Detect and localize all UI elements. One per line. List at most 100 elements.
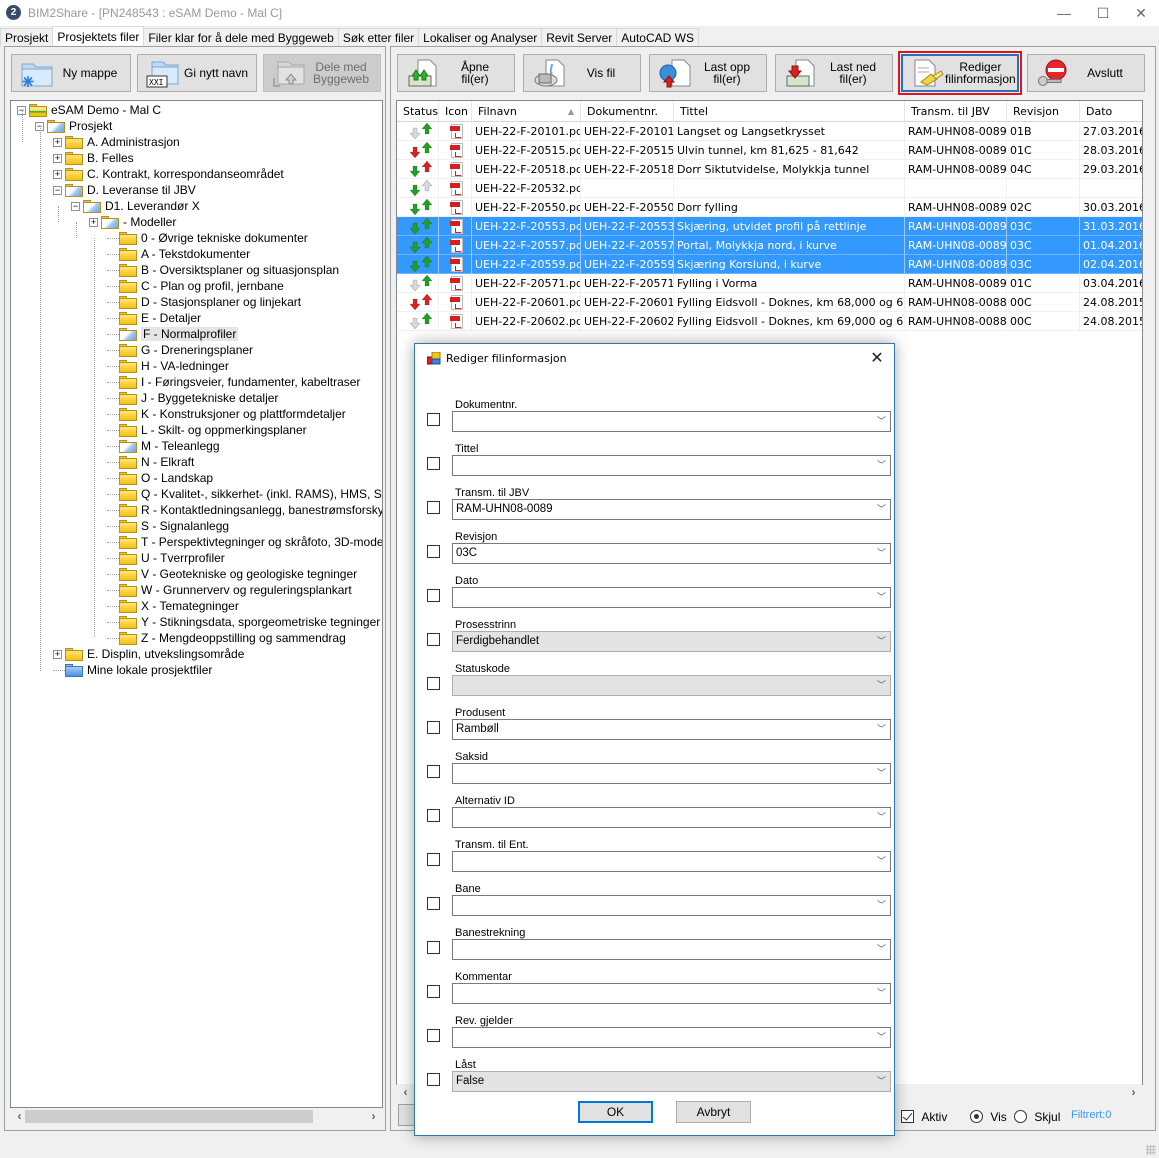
field-apply-checkbox[interactable]	[427, 985, 440, 998]
column-header-filename[interactable]: Filnavn ▲	[472, 101, 581, 122]
column-header-title[interactable]: Tittel	[674, 101, 905, 122]
tab-autocad-ws[interactable]: AutoCAD WS	[616, 28, 699, 47]
tree-node[interactable]: O - Landskap	[107, 470, 213, 486]
grid-scroll-right-icon[interactable]: ›	[1125, 1084, 1142, 1101]
field-combobox[interactable]: Ferdigbehandlet ﹀	[452, 631, 891, 652]
field-combobox[interactable]: ﹀	[452, 1027, 891, 1048]
chevron-down-icon[interactable]: ﹀	[877, 852, 886, 871]
chevron-down-icon[interactable]: ﹀	[877, 940, 886, 959]
tree-node[interactable]: + A. Administrasjon	[53, 134, 180, 150]
tree-node[interactable]: J - Byggetekniske detaljer	[107, 390, 278, 406]
field-combobox[interactable]: RAM-UHN08-0089 ﹀	[452, 499, 891, 520]
view-file-button[interactable]: Vis fil	[523, 54, 641, 92]
field-combobox[interactable]: ﹀	[452, 763, 891, 784]
tab-søk-etter-filer[interactable]: Søk etter filer	[337, 28, 420, 47]
file-row[interactable]: UEH-22-F-20518.pdf UEH-22-F-20518 Dorr Sik…	[397, 160, 1142, 179]
chevron-down-icon[interactable]: ﹀	[877, 1028, 886, 1047]
field-apply-checkbox[interactable]	[427, 413, 440, 426]
tree-node[interactable]: + C. Kontrakt, korrespondanseområdet	[53, 166, 284, 182]
active-checkbox[interactable]	[901, 1110, 914, 1124]
tree-node[interactable]: F - Normalprofiler	[107, 326, 239, 342]
chevron-down-icon[interactable]: ﹀	[877, 896, 886, 915]
tree-node[interactable]: N - Elkraft	[107, 454, 194, 470]
field-apply-checkbox[interactable]	[427, 853, 440, 866]
file-row[interactable]: UEH-22-F-20532.pdf	[397, 179, 1142, 198]
download-files-button[interactable]: Last ned fil(er)	[775, 54, 893, 92]
column-header-docno[interactable]: Dokumentnr.	[581, 101, 674, 122]
field-apply-checkbox[interactable]	[427, 589, 440, 602]
open-files-button[interactable]: Åpne fil(er)	[397, 54, 515, 92]
collapse-icon[interactable]: −	[71, 201, 80, 211]
chevron-down-icon[interactable]: ﹀	[877, 632, 886, 651]
field-combobox[interactable]: Rambøll ﹀	[452, 719, 891, 740]
tree-node[interactable]: − D. Leveranse til JBV	[53, 182, 196, 198]
expand-icon[interactable]: +	[89, 217, 98, 227]
file-row[interactable]: UEH-22-F-20515.pdf UEH-22-F-20515 Ulvin tu…	[397, 141, 1142, 160]
dialog-close-button[interactable]: ✕	[866, 348, 888, 370]
chevron-down-icon[interactable]: ﹀	[877, 984, 886, 1003]
tree-node[interactable]: Y - Stikningsdata, sporgeometriske tegni…	[107, 614, 382, 630]
file-row[interactable]: UEH-22-F-20571.pdf UEH-22-F-20571 Fylling …	[397, 274, 1142, 293]
minimize-button[interactable]: —	[1047, 0, 1081, 26]
tree-scroll-thumb[interactable]	[25, 1110, 313, 1123]
field-apply-checkbox[interactable]	[427, 677, 440, 690]
close-window-button[interactable]: ✕	[1124, 0, 1158, 26]
upload-files-button[interactable]: Last opp fil(er)	[649, 54, 767, 92]
field-combobox[interactable]: ﹀	[452, 851, 891, 872]
chevron-down-icon[interactable]: ﹀	[877, 544, 886, 563]
file-row[interactable]: UEH-22-F-20553.pdf UEH-22-F-20553 Skjæring…	[397, 217, 1142, 236]
hide-radio[interactable]	[1014, 1110, 1027, 1124]
field-apply-checkbox[interactable]	[427, 941, 440, 954]
field-apply-checkbox[interactable]	[427, 897, 440, 910]
tree-node[interactable]: H - VA-ledninger	[107, 358, 229, 374]
show-radio-option[interactable]: Vis	[970, 1109, 1007, 1124]
field-apply-checkbox[interactable]	[427, 809, 440, 822]
tree-node[interactable]: K - Konstruksjoner og plattformdetaljer	[107, 406, 346, 422]
resize-grip-icon[interactable]	[1146, 1145, 1156, 1155]
field-apply-checkbox[interactable]	[427, 501, 440, 514]
ok-button[interactable]: OK	[578, 1101, 653, 1123]
tree-node[interactable]: U - Tverrprofiler	[107, 550, 225, 566]
chevron-down-icon[interactable]: ﹀	[877, 720, 886, 739]
tree-node[interactable]: X - Temategninger	[107, 598, 239, 614]
field-combobox[interactable]: ﹀	[452, 807, 891, 828]
tree-node[interactable]: M - Teleanlegg	[107, 438, 220, 454]
field-combobox[interactable]: False ﹀	[452, 1071, 891, 1092]
column-header-status[interactable]: Status	[397, 101, 439, 122]
active-filter[interactable]: Aktiv	[901, 1109, 947, 1124]
file-row[interactable]: UEH-22-F-20602.pdf UEH-22-F-20602 Fylling …	[397, 312, 1142, 331]
tree-node[interactable]: C - Plan og profil, jernbane	[107, 278, 284, 294]
expand-icon[interactable]: +	[53, 649, 62, 659]
tree-node[interactable]: B - Oversiktsplaner og situasjonsplan	[107, 262, 339, 278]
expand-icon[interactable]: +	[53, 153, 62, 163]
expand-icon[interactable]: +	[53, 137, 62, 147]
field-combobox[interactable]: ﹀	[452, 675, 891, 696]
field-combobox[interactable]: ﹀	[452, 983, 891, 1004]
share-byggeweb-button[interactable]: Dele med Byggeweb	[263, 54, 381, 92]
rename-button[interactable]: XXI Gi nytt navn	[137, 54, 257, 92]
tab-prosjekt[interactable]: Prosjekt	[0, 28, 54, 47]
file-row[interactable]: UEH-22-F-20550.pdf UEH-22-F-20550 Dorr fyl…	[397, 198, 1142, 217]
field-apply-checkbox[interactable]	[427, 633, 440, 646]
file-row[interactable]: UEH-22-F-20557.pdf UEH-22-F-20557 Portal, …	[397, 236, 1142, 255]
chevron-down-icon[interactable]: ﹀	[877, 764, 886, 783]
field-apply-checkbox[interactable]	[427, 1029, 440, 1042]
field-apply-checkbox[interactable]	[427, 457, 440, 470]
tree-node[interactable]: L - Skilt- og oppmerkingsplaner	[107, 422, 307, 438]
chevron-down-icon[interactable]: ﹀	[877, 676, 886, 695]
field-combobox[interactable]: ﹀	[452, 411, 891, 432]
column-header-date[interactable]: Dato	[1080, 101, 1142, 122]
expand-icon[interactable]: +	[53, 169, 62, 179]
tree-node[interactable]: I - Føringsveier, fundamenter, kabeltras…	[107, 374, 360, 390]
column-header-rev[interactable]: Revisjon	[1007, 101, 1080, 122]
chevron-down-icon[interactable]: ﹀	[877, 456, 886, 475]
cancel-button[interactable]: Avbryt	[676, 1101, 751, 1123]
new-folder-button[interactable]: Ny mappe	[11, 54, 131, 92]
maximize-button[interactable]: ☐	[1086, 0, 1120, 26]
tree-node[interactable]: R - Kontaktledningsanlegg, banestrømsfor…	[107, 502, 382, 518]
tree-node[interactable]: S - Signalanlegg	[107, 518, 229, 534]
tree-node[interactable]: Q - Kvalitet-, sikkerhet- (inkl. RAMS), …	[107, 486, 382, 502]
chevron-down-icon[interactable]: ﹀	[877, 500, 886, 519]
tree-node[interactable]: − eSAM Demo - Mal C	[17, 102, 161, 118]
tree-node[interactable]: 0 - Øvrige tekniske dokumenter	[107, 230, 308, 246]
